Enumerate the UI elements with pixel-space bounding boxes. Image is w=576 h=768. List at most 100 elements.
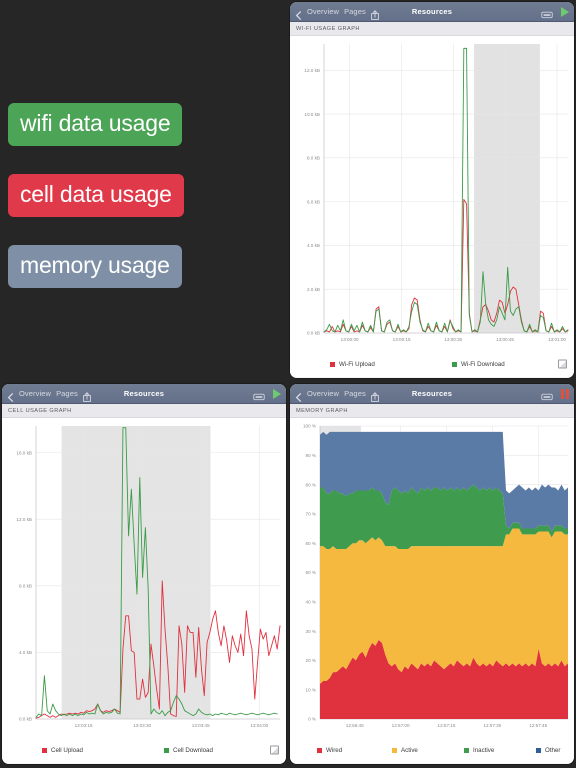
toolbar-cell: Overview Pages Resources bbox=[2, 384, 286, 404]
svg-text:80 %: 80 % bbox=[306, 482, 316, 487]
screen-icon[interactable] bbox=[253, 389, 265, 401]
svg-text:13:03:15: 13:03:15 bbox=[75, 723, 93, 728]
section-header-wifi: WI-FI USAGE GRAPH bbox=[290, 22, 574, 36]
svg-text:13:00:30: 13:00:30 bbox=[444, 337, 462, 342]
legend-item-cell-upload[interactable]: Cell Upload bbox=[42, 747, 83, 754]
legend-swatch-wifi-upload bbox=[330, 361, 335, 367]
svg-text:16.0 kB: 16.0 kB bbox=[16, 450, 32, 455]
chevron-left-icon[interactable] bbox=[295, 389, 302, 402]
share-icon[interactable] bbox=[370, 7, 379, 20]
toolbar-memory: Overview Pages Resources bbox=[290, 384, 574, 404]
svg-text:12.0 kB: 12.0 kB bbox=[16, 517, 32, 522]
legend-label-cell-download: Cell Download bbox=[173, 746, 213, 754]
svg-text:13:03:45: 13:03:45 bbox=[192, 723, 210, 728]
legend-memory: Wired Active Inactive Other bbox=[290, 737, 574, 763]
panel-memory-usage: Overview Pages Resources MEMORY GRAPH 0 … bbox=[290, 384, 574, 764]
legend-swatch-inactive bbox=[464, 747, 469, 753]
pages-label[interactable]: Pages bbox=[56, 389, 78, 398]
svg-text:50 %: 50 % bbox=[306, 570, 316, 575]
play-icon[interactable] bbox=[273, 388, 281, 399]
svg-text:0 %: 0 % bbox=[308, 717, 316, 722]
section-title-wifi: WI-FI USAGE GRAPH bbox=[296, 25, 360, 32]
svg-text:6.0 kB: 6.0 kB bbox=[307, 199, 320, 204]
panel-cell-usage: Overview Pages Resources CELL USAGE GRAP… bbox=[2, 384, 286, 764]
resize-grip[interactable] bbox=[558, 359, 567, 369]
svg-text:20 %: 20 % bbox=[306, 658, 316, 663]
screen-icon[interactable] bbox=[541, 389, 553, 401]
svg-text:30 %: 30 % bbox=[306, 629, 316, 634]
svg-text:0.0 kB: 0.0 kB bbox=[307, 331, 320, 336]
legend-label-wifi-download: Wi-Fi Download bbox=[461, 360, 505, 368]
screen-icon[interactable] bbox=[541, 7, 553, 19]
screenshot-stage: wifi data usage cell data usage memory u… bbox=[0, 0, 576, 768]
legend-wifi: Wi-Fi Upload Wi-Fi Download bbox=[290, 351, 574, 377]
back-label[interactable]: Overview bbox=[307, 7, 339, 16]
legend-item-active[interactable]: Active bbox=[392, 747, 418, 754]
svg-text:13:04:00: 13:04:00 bbox=[250, 723, 268, 728]
pages-label[interactable]: Pages bbox=[344, 7, 366, 16]
svg-text:4.0 kB: 4.0 kB bbox=[19, 650, 32, 655]
toolbar-wifi: Overview Pages Resources bbox=[290, 2, 574, 22]
svg-text:70 %: 70 % bbox=[306, 512, 316, 517]
legend-swatch-active bbox=[392, 747, 397, 753]
label-column: wifi data usage cell data usage memory u… bbox=[0, 0, 288, 384]
legend-item-wifi-download[interactable]: Wi-Fi Download bbox=[452, 361, 505, 368]
svg-text:12:57:30: 12:57:30 bbox=[483, 723, 501, 728]
svg-text:12:57:00: 12:57:00 bbox=[392, 723, 410, 728]
legend-label-wifi-upload: Wi-Fi Upload bbox=[339, 360, 375, 368]
svg-text:90 %: 90 % bbox=[306, 453, 316, 458]
svg-text:60 %: 60 % bbox=[306, 541, 316, 546]
svg-text:13:01:00: 13:01:00 bbox=[548, 337, 566, 342]
legend-item-inactive[interactable]: Inactive bbox=[464, 747, 494, 754]
legend-item-other[interactable]: Other bbox=[536, 747, 560, 754]
svg-text:10.0 kB: 10.0 kB bbox=[304, 112, 320, 117]
chart-memory-usage[interactable]: 0 % 10 % 20 % 30 % 40 % 50 % 60 % 70 % 80 % 90 % 1… bbox=[290, 418, 574, 737]
label-wifi-data-usage: wifi data usage bbox=[8, 103, 183, 146]
svg-text:0.0 kB: 0.0 kB bbox=[19, 717, 32, 722]
legend-label-active: Active bbox=[401, 746, 418, 754]
svg-text:13:00:15: 13:00:15 bbox=[393, 337, 411, 342]
chevron-left-icon[interactable] bbox=[7, 389, 14, 402]
svg-text:100 %: 100 % bbox=[303, 424, 316, 429]
section-title-memory: MEMORY GRAPH bbox=[296, 407, 348, 414]
legend-swatch-wifi-download bbox=[452, 361, 457, 367]
panel-footer bbox=[290, 377, 574, 378]
chart-cell-usage[interactable]: 0.0 kB 4.0 kB 8.0 kB 12.0 kB 16.0 kB 13:03:15… bbox=[2, 418, 286, 737]
legend-cell: Cell Upload Cell Download bbox=[2, 737, 286, 763]
legend-item-wired[interactable]: Wired bbox=[317, 747, 342, 754]
svg-text:8.0 kB: 8.0 kB bbox=[307, 156, 320, 161]
legend-label-cell-upload: Cell Upload bbox=[51, 746, 83, 754]
svg-text:40 %: 40 % bbox=[306, 600, 316, 605]
svg-text:13:00:45: 13:00:45 bbox=[496, 337, 514, 342]
play-icon[interactable] bbox=[561, 6, 569, 17]
section-header-memory: MEMORY GRAPH bbox=[290, 404, 574, 418]
svg-text:12:57:15: 12:57:15 bbox=[438, 723, 456, 728]
chevron-left-icon[interactable] bbox=[295, 7, 302, 20]
legend-label-wired: Wired bbox=[326, 746, 343, 754]
section-title-cell: CELL USAGE GRAPH bbox=[8, 407, 72, 414]
back-label[interactable]: Overview bbox=[19, 389, 51, 398]
label-cell-data-usage: cell data usage bbox=[8, 174, 184, 217]
pause-icon[interactable] bbox=[561, 388, 569, 399]
legend-item-cell-download[interactable]: Cell Download bbox=[164, 747, 213, 754]
share-icon[interactable] bbox=[370, 389, 379, 402]
svg-text:13:00:00: 13:00:00 bbox=[341, 337, 359, 342]
legend-label-inactive: Inactive bbox=[473, 746, 495, 754]
section-header-cell: CELL USAGE GRAPH bbox=[2, 404, 286, 418]
svg-text:8.0 kB: 8.0 kB bbox=[19, 584, 32, 589]
resize-grip[interactable] bbox=[270, 745, 279, 755]
svg-text:2.0 kB: 2.0 kB bbox=[307, 287, 320, 292]
panel-wifi-usage: Overview Pages Resources WI-FI USAGE GRA… bbox=[290, 2, 574, 378]
back-label[interactable]: Overview bbox=[307, 389, 339, 398]
label-memory-usage: memory usage bbox=[8, 245, 182, 288]
legend-swatch-cell-download bbox=[164, 747, 169, 753]
legend-swatch-wired bbox=[317, 747, 322, 753]
share-icon[interactable] bbox=[82, 389, 91, 402]
svg-text:12:56:45: 12:56:45 bbox=[346, 723, 364, 728]
legend-item-wifi-upload[interactable]: Wi-Fi Upload bbox=[330, 361, 375, 368]
chart-wifi-usage[interactable]: 0.0 kB 2.0 kB 4.0 kB 6.0 kB 8.0 kB 10.0 kB 12.… bbox=[290, 36, 574, 351]
pages-label[interactable]: Pages bbox=[344, 389, 366, 398]
legend-swatch-other bbox=[536, 747, 541, 753]
svg-text:4.0 kB: 4.0 kB bbox=[307, 243, 320, 248]
svg-text:12.0 kB: 12.0 kB bbox=[304, 68, 320, 73]
